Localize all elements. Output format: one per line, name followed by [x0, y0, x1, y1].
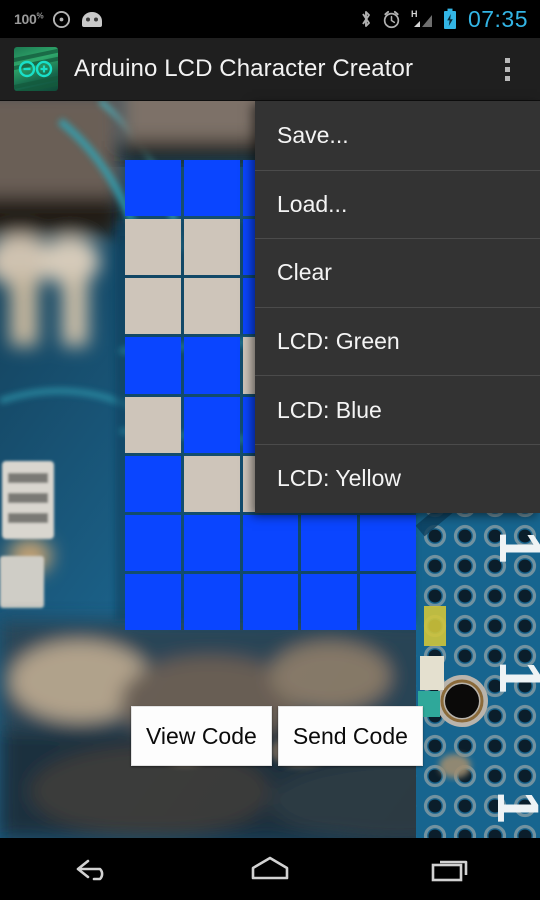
overflow-menu[interactable]: Save... Load... Clear LCD: Green LCD: Blue LC…: [255, 101, 540, 513]
back-button[interactable]: [0, 838, 180, 900]
lcd-cell-r8-c1[interactable]: [125, 573, 181, 630]
lcd-cell-r7-c4[interactable]: [301, 514, 358, 571]
lcd-cell-r4-c2[interactable]: [183, 337, 240, 394]
battery-percent-text: 100%: [14, 11, 44, 27]
lcd-cell-r1-c2[interactable]: [183, 160, 240, 217]
lcd-cell-r5-c1[interactable]: [125, 396, 181, 453]
menu-item-clear[interactable]: Clear: [255, 238, 540, 307]
menu-item-label: LCD: Blue: [277, 396, 382, 423]
bluetooth-icon: [362, 11, 370, 27]
overflow-dot: [504, 57, 510, 63]
lcd-cell-r8-c4[interactable]: [301, 573, 358, 630]
back-icon: [76, 859, 104, 881]
overflow-dot: [504, 66, 510, 72]
lcd-cell-r5-c2[interactable]: [183, 396, 240, 453]
svg-text:1: 1: [487, 531, 540, 563]
recents-icon: [431, 860, 468, 882]
lcd-cell-r8-c3[interactable]: [242, 573, 299, 630]
lcd-cell-r4-c1[interactable]: [125, 337, 181, 394]
lcd-cell-r7-c1[interactable]: [125, 514, 181, 571]
status-bar-right: H 07:35: [359, 6, 540, 33]
svg-text:1: 1: [487, 661, 540, 693]
lcd-cell-r2-c1[interactable]: [125, 219, 181, 276]
lcd-cell-r7-c2[interactable]: [183, 514, 240, 571]
send-code-button[interactable]: Send Code: [277, 706, 423, 766]
lcd-cell-r3-c1[interactable]: [125, 278, 181, 335]
menu-item-label: Save...: [277, 121, 349, 148]
menu-item-load[interactable]: Load...: [255, 169, 540, 239]
menu-item-label: LCD: Green: [277, 328, 400, 355]
brightness-auto-icon: [53, 10, 71, 28]
lcd-cell-r3-c2[interactable]: [183, 278, 240, 335]
lcd-cell-r8-c5[interactable]: [360, 573, 416, 630]
lcd-cell-r8-c2[interactable]: [183, 573, 240, 630]
lcd-cell-r1-c1[interactable]: [125, 160, 181, 217]
home-icon: [251, 856, 289, 880]
overflow-menu-button[interactable]: [494, 49, 520, 89]
menu-item-lcd-green[interactable]: LCD: Green: [255, 306, 540, 376]
menu-item-label: Load...: [277, 190, 348, 217]
arduino-infinity-icon: [18, 60, 53, 78]
phone-screen: G 1 1 1: [0, 0, 540, 900]
lcd-cell-r7-c5[interactable]: [360, 514, 416, 571]
lcd-cell-r7-c3[interactable]: [242, 514, 299, 571]
view-code-button[interactable]: View Code: [131, 706, 272, 766]
svg-text:1: 1: [485, 791, 540, 823]
alarm-clock-icon: [383, 10, 400, 28]
lcd-cell-r6-c1[interactable]: [125, 455, 181, 512]
battery-charging-icon: [443, 8, 456, 29]
action-button-row: View Code Send Code: [131, 706, 423, 766]
lcd-cell-r2-c2[interactable]: [183, 219, 240, 276]
menu-item-label: LCD: Yellow: [277, 465, 402, 492]
navigation-bar: [0, 838, 540, 900]
status-bar-clock: 07:35: [467, 5, 528, 32]
menu-item-save[interactable]: Save...: [255, 101, 540, 170]
menu-item-lcd-blue[interactable]: LCD: Blue: [255, 375, 540, 444]
status-bar: 100% H 07:35: [0, 0, 540, 38]
status-bar-left: 100%: [0, 10, 104, 29]
arduino-logo: [14, 47, 58, 91]
menu-item-label: Clear: [277, 259, 332, 286]
overflow-dot: [504, 75, 510, 81]
recents-button[interactable]: [360, 838, 540, 900]
action-bar: Arduino LCD Character Creator: [0, 38, 540, 101]
android-head-icon: [82, 12, 103, 27]
menu-item-lcd-yellow[interactable]: LCD: Yellow: [255, 443, 540, 513]
home-button[interactable]: [180, 838, 360, 900]
hspa-signal-icon: H: [411, 9, 432, 27]
lcd-cell-r6-c2[interactable]: [183, 455, 240, 512]
svg-text:H: H: [411, 9, 418, 19]
page-title: Arduino LCD Character Creator: [74, 55, 414, 82]
